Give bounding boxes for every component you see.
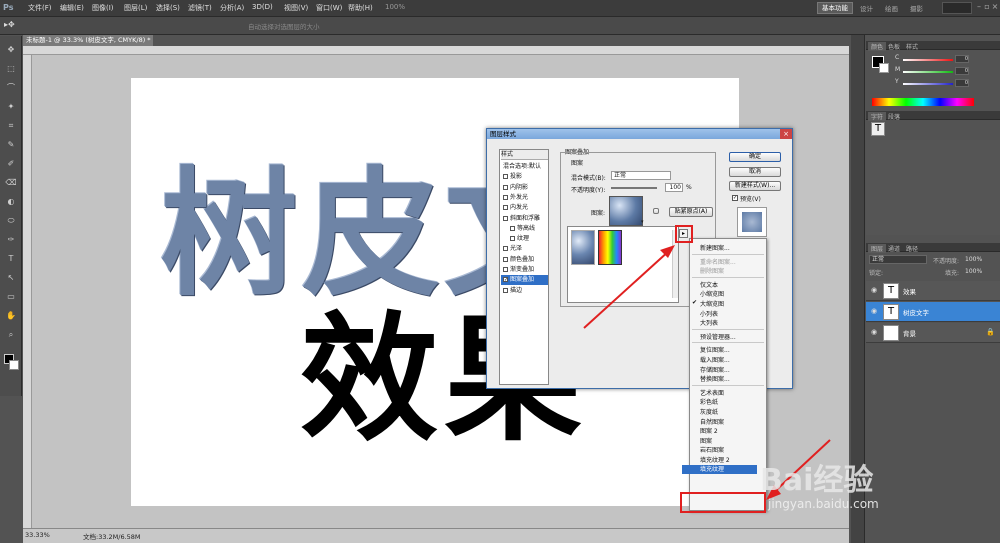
- annotation-arrow-1: [583, 249, 671, 329]
- baidu-watermark: Bai经验: [760, 463, 874, 498]
- baidu-watermark-url: jingyan.baidu.com: [768, 497, 879, 511]
